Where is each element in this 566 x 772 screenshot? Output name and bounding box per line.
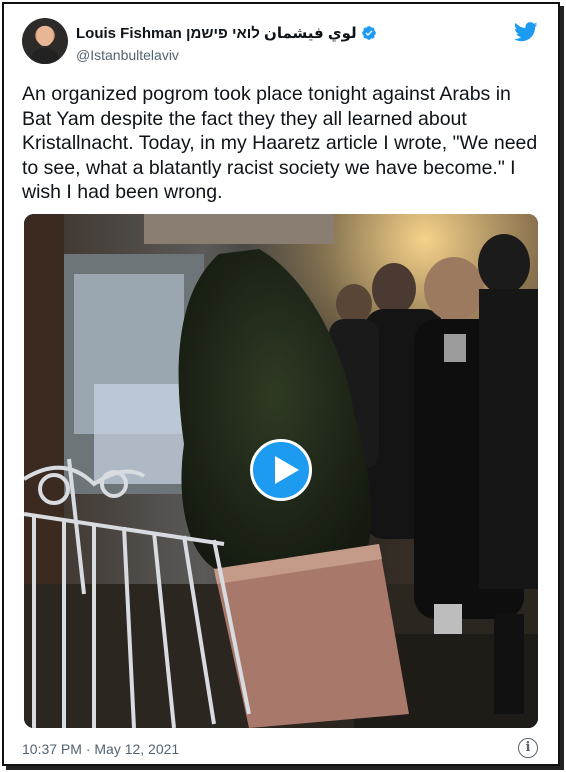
tweet-text: An organized pogrom took place tonight a…: [22, 83, 543, 203]
author-display-name[interactable]: Louis Fishman لوي فيشمان לואי פישמן: [76, 24, 357, 42]
tweet-timestamp[interactable]: 10:37 PM · May 12, 2021: [22, 741, 179, 757]
info-icon[interactable]: i: [518, 738, 538, 758]
avatar-face: [37, 26, 53, 46]
author-handle[interactable]: @Istanbultelaviv: [76, 47, 179, 63]
video-thumbnail[interactable]: [24, 214, 538, 728]
avatar-shirt: [30, 48, 60, 64]
tweet-embed-card: Louis Fishman لوي فيشمان לואי פישמן @Ist…: [2, 2, 560, 766]
twitter-bird-icon[interactable]: [514, 22, 538, 42]
verified-badge-icon: [361, 26, 376, 40]
author-name-row[interactable]: Louis Fishman لوي فيشمان לואי פישמן: [76, 24, 377, 42]
play-button[interactable]: [250, 439, 312, 501]
author-avatar[interactable]: [22, 18, 68, 64]
